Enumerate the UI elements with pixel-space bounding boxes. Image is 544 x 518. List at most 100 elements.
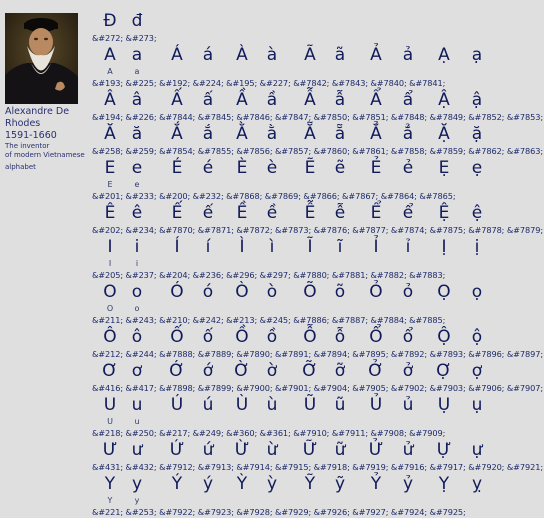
glyph: Ậ — [438, 90, 450, 110]
glyph: Ú — [170, 395, 184, 415]
glyph: ắ — [202, 124, 214, 144]
glyph-line: Aa Áá Àà Ãã Ảả Ạạ — [90, 44, 544, 66]
plain-letter: A — [107, 67, 113, 76]
glyph: è — [266, 158, 278, 178]
glyph: õ — [334, 282, 346, 302]
glyph: ẳ — [402, 124, 414, 144]
glyph: Ẫ — [304, 90, 316, 110]
entity-codes: &#194; &#226; &#7844; &#7845; &#7846; &#… — [92, 112, 543, 122]
glyph: Ẳ — [370, 124, 382, 144]
glyph: A — [104, 45, 116, 65]
glyph: ủ — [402, 395, 414, 415]
glyph: Ỏ — [369, 282, 383, 302]
glyph: I — [107, 237, 113, 257]
glyph-line: Oo Óó Òò Õõ Ỏỏ Ọọ — [90, 281, 544, 303]
plain-letter: E — [107, 180, 113, 189]
glyph: Ộ — [437, 327, 451, 347]
glyph: Ư — [102, 440, 118, 460]
plain-letter: I — [108, 259, 112, 268]
glyph: ă — [131, 124, 143, 144]
glyph: u — [131, 395, 143, 415]
glyph: ỏ — [402, 282, 414, 302]
glyph: ế — [202, 203, 214, 223]
glyph: ĩ — [337, 237, 343, 257]
glyph: ụ — [471, 395, 483, 415]
glyph: Ệ — [438, 203, 450, 223]
caption-years: 1591-1660 — [5, 130, 57, 141]
glyph: đ — [131, 11, 143, 31]
char-row: Đđ &#272; &#273; — [90, 10, 544, 44]
plain-letter-line: Oo — [90, 303, 544, 314]
glyph: Ơ — [102, 361, 118, 381]
glyph: Â — [104, 90, 116, 110]
glyph: ộ — [471, 327, 483, 347]
glyph: O — [103, 282, 117, 302]
glyph: Ủ — [369, 395, 383, 415]
glyph: Ề — [236, 203, 248, 223]
glyph: Ê — [104, 203, 116, 223]
glyph: â — [131, 90, 143, 110]
glyph: Ỷ — [370, 474, 382, 494]
glyph: Ả — [370, 45, 382, 65]
glyph: i — [134, 237, 140, 257]
portrait-painting — [5, 13, 78, 104]
glyph: Á — [171, 45, 183, 65]
entity-codes: &#193; &#225; &#192; &#224; &#195; &#227… — [92, 78, 446, 88]
glyph: Ầ — [236, 90, 248, 110]
glyph: ố — [202, 327, 214, 347]
glyph: é — [202, 158, 214, 178]
glyph: É — [171, 158, 183, 178]
glyph: Ụ — [437, 395, 451, 415]
glyph: Ễ — [304, 203, 316, 223]
glyph: ầ — [266, 90, 278, 110]
glyph: E — [104, 158, 116, 178]
portrait-caption: Alexandre De Rhodes 1591-1660 The invent… — [5, 106, 89, 172]
glyph: ỵ — [471, 474, 483, 494]
plain-letter: O — [106, 304, 114, 313]
glyph: ấ — [202, 90, 214, 110]
glyph: ở — [402, 361, 414, 381]
plain-letter: a — [134, 67, 140, 76]
glyph: Ở — [368, 361, 384, 381]
plain-letter-line: Ee — [90, 179, 544, 190]
glyph-line: Ơơ ỚớỜờ Ỡỡ Ởở Ợợ — [90, 360, 544, 382]
glyph: ẩ — [402, 90, 414, 110]
glyph: ả — [402, 45, 414, 65]
glyph: Ặ — [438, 124, 450, 144]
glyph: ự — [471, 440, 483, 460]
glyph: Ằ — [236, 124, 248, 144]
glyph: Ờ — [234, 361, 250, 381]
glyph: Õ — [303, 282, 317, 302]
glyph: ù — [266, 395, 278, 415]
glyph: Ẻ — [370, 158, 382, 178]
glyph: Ỗ — [303, 327, 317, 347]
glyph: Ỉ — [373, 237, 379, 257]
entity-codes: &#431; &#432; &#7912; &#7913; &#7914; &#… — [92, 462, 543, 472]
character-table: Đđ &#272; &#273; Aa Áá Àà Ãã Ảả Ạạ Aa &#193; &#22… — [90, 10, 544, 518]
char-row: Ăă Ắắ Ằằ Ẵẵ Ẳẳ Ặặ &#258; &#259; &#7854; &#7855… — [90, 123, 544, 157]
caption-name-line2: Rhodes — [5, 118, 41, 129]
glyph: ý — [202, 474, 214, 494]
glyph-line: Ôô Ốố Ồồ Ỗỗ Ổổ Ộộ — [90, 326, 544, 348]
glyph: ẵ — [334, 124, 346, 144]
glyph: Ỳ — [236, 474, 248, 494]
glyph: Ắ — [171, 124, 183, 144]
plain-letter-line: Uu — [90, 416, 544, 427]
glyph: ổ — [402, 327, 414, 347]
plain-letter: U — [107, 417, 113, 426]
glyph: à — [266, 45, 278, 65]
glyph: ỡ — [334, 361, 346, 381]
glyph: Ò — [235, 282, 249, 302]
char-row: Êê Ếế Ềề Ễễ Ểể Ệệ &#202; &#234; &#7870; &#7871… — [90, 202, 544, 236]
glyph: Ấ — [171, 90, 183, 110]
glyph: Ý — [171, 474, 183, 494]
glyph: ì — [269, 237, 275, 257]
glyph: È — [236, 158, 248, 178]
glyph: ỷ — [402, 474, 414, 494]
glyph-line: Yy Ýý Ỳỳ Ỹỹ Ỷỷ Ỵỵ — [90, 473, 544, 495]
glyph: ũ — [334, 395, 346, 415]
char-row: Ôô Ốố Ồồ Ỗỗ Ổổ Ộộ &#212; &#244; &#7888; &#7889… — [90, 326, 544, 360]
char-row: Ââ Ấấ Ầầ Ẫẫ Ẩẩ Ậậ &#194; &#226; &#7844; &#7845… — [90, 89, 544, 123]
caption-desc-line2: of modern Vietnamese — [5, 151, 85, 159]
glyph: Ể — [370, 203, 382, 223]
